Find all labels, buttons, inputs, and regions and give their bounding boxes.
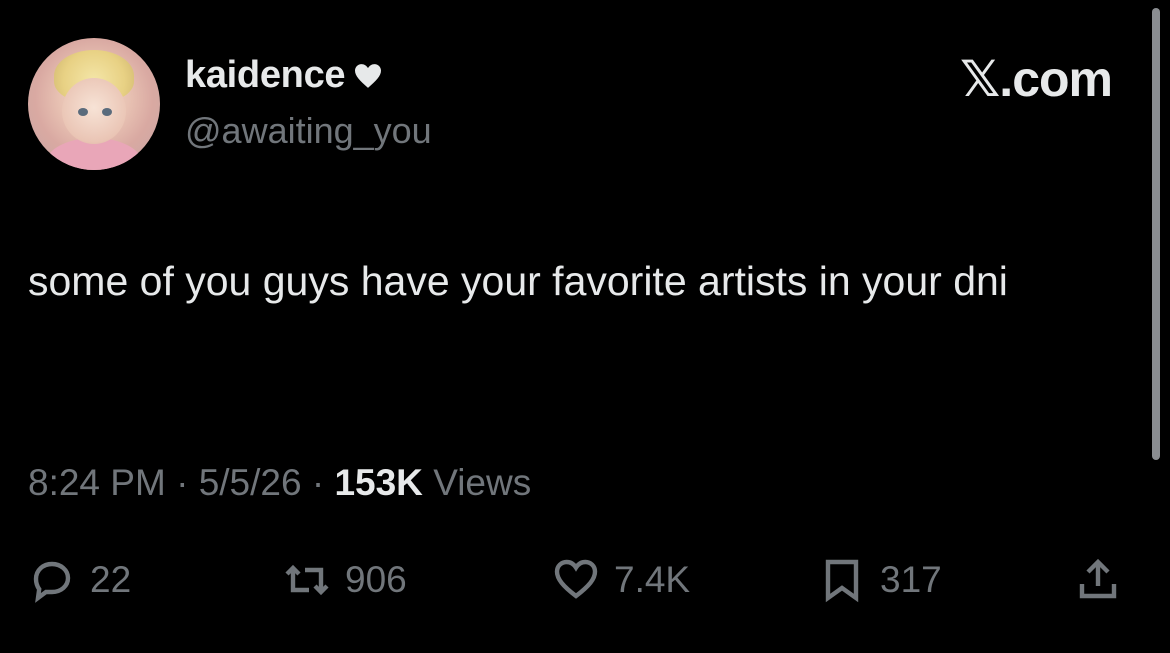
tweet-text: some of you guys have your favorite arti… xyxy=(28,258,1008,304)
display-name[interactable]: kaidence xyxy=(185,54,383,97)
bookmark-button[interactable]: 317 xyxy=(818,556,942,604)
comment-icon xyxy=(33,561,71,603)
tweet-time[interactable]: 8:24 PM xyxy=(28,462,166,503)
heart-outline-icon xyxy=(554,559,598,599)
like-button[interactable]: 7.4K xyxy=(552,556,690,604)
heart-icon xyxy=(355,63,382,88)
share-icon xyxy=(1079,558,1117,599)
views-label: Views xyxy=(433,462,532,503)
retweet-icon xyxy=(285,564,329,596)
user-handle[interactable]: @awaiting_you xyxy=(185,110,432,152)
scrollbar[interactable] xyxy=(1152,8,1160,460)
bookmark-icon xyxy=(825,559,859,603)
bookmark-count: 317 xyxy=(880,559,942,600)
tweet-date[interactable]: 5/5/26 xyxy=(199,462,302,503)
display-name-text: kaidence xyxy=(185,54,346,96)
like-count: 7.4K xyxy=(614,559,691,600)
avatar[interactable] xyxy=(28,38,160,170)
share-button[interactable] xyxy=(1074,556,1122,604)
meta-separator: · xyxy=(311,462,325,503)
repost-count: 906 xyxy=(345,559,407,600)
repost-button[interactable]: 906 xyxy=(283,556,407,604)
action-bar: 22 906 7.4K 317 xyxy=(28,556,1138,616)
reply-count: 22 xyxy=(90,559,132,600)
reply-button[interactable]: 22 xyxy=(28,556,131,604)
meta-separator: · xyxy=(176,462,189,503)
tweet-meta: 8:24 PM · 5/5/26 · 153K Views xyxy=(28,462,531,504)
x-logo: 𝕏.com xyxy=(960,51,1113,107)
views-count: 153K xyxy=(334,462,423,503)
